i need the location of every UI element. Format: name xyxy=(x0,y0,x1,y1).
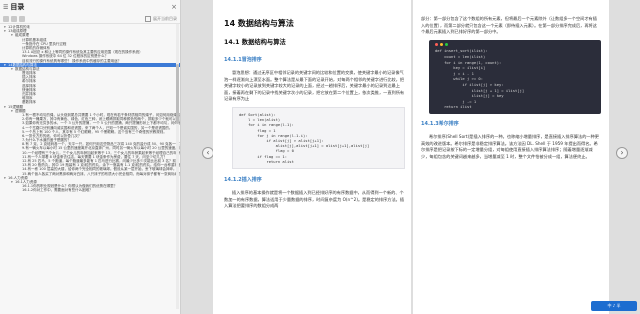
document-viewer: ‹ 14 数据结构与算法 14.1 数据结构与算法 14.1.1冒泡排序 冒泡思… xyxy=(181,0,640,314)
toc-list: ▾ 12计算机的未 ▾ 13组成原理 ▾ 组成原理 计算机基本组成 一条指令在 CPU 里执行… xyxy=(0,24,180,193)
sidebar-header: ☰ 目录 × xyxy=(0,0,180,14)
subsection-title: 14.1.1冒泡排序 xyxy=(224,57,262,63)
checkbox[interactable] xyxy=(145,15,151,22)
code-line: return alist xyxy=(239,158,294,164)
sidebar-title: 目录 xyxy=(10,3,25,11)
paragraph: 部分：第一部分包含了这个数组的所有元素，但将最后一个元素除外（让数组多一个空间才… xyxy=(421,16,597,35)
expand-current-option[interactable]: 展开当前目录 xyxy=(145,15,177,22)
toc-item-label: 16.1.2你对工作中，需要面对有些什么困难？ xyxy=(22,188,93,193)
expand-all-icon[interactable] xyxy=(3,15,9,22)
next-page-button[interactable]: › xyxy=(616,147,628,159)
chapter-title: 14 数据结构与算法 xyxy=(224,19,294,28)
window-dots xyxy=(435,42,595,48)
sidebar-scrollbar[interactable] xyxy=(176,24,179,309)
scrollbar-thumb[interactable] xyxy=(176,64,179,124)
sidebar-toolbar: 展开当前目录 xyxy=(0,14,180,24)
code-lines: def insert_sort(ilist): count = len(ilis… xyxy=(435,48,595,110)
page-right: 部分：第一部分包含了这个数组的所有元素，但将最后一个元素除外（让数组多一个空间才… xyxy=(413,0,609,314)
toc-item[interactable]: 16.1.2你对工作中，需要面对有些什么困难？ xyxy=(0,188,180,192)
ime-badge[interactable]: 中 ♪ 半 xyxy=(591,301,637,311)
toc-sidebar: ☰ 目录 × 展开当前目录 ▾ 12计算机的未 ▾ 13组成原理 ▾ 组成原理 计算机基本组… xyxy=(0,0,181,314)
code-block: def Sort(alist): l = len(alist) for i in… xyxy=(232,106,405,169)
page-left: 14 数据结构与算法 14.1 数据结构与算法 14.1.1冒泡排序 冒泡思想：… xyxy=(213,0,411,314)
paragraph: 冒泡思想：通过无序区中相邻记录的关键字间的比较和位置的交换，使关键字最小的记录像… xyxy=(224,70,405,102)
paragraph: 插入排序的基本操作就是将一个数据插入到已经排好序的有序数据中，从而得到一个新的、… xyxy=(224,190,405,209)
paragraph: 希尔排序(Shell Sort)是插入排序的一种。也称缩小增量排序，是直接插入排… xyxy=(421,133,599,159)
section-title: 14.1 数据结构与算法 xyxy=(224,39,286,46)
toc-item-label: 基数排序 xyxy=(22,100,36,105)
bookmark-icon[interactable] xyxy=(19,15,25,22)
subsection-title: 14.1.3希尔排序 xyxy=(421,120,459,127)
toc-item-label: 15.两个盲人各买了两对黑袜和两对白袜，八只袜子的布质大小完全相同，而每对袜子都… xyxy=(22,171,180,176)
collapse-all-icon[interactable] xyxy=(11,15,17,22)
code-block-dark: def insert_sort(ilist): count = len(ilis… xyxy=(429,39,601,114)
close-icon[interactable]: × xyxy=(171,3,177,11)
subsection-title: 14.1.2插入排序 xyxy=(224,177,262,183)
toc-icon: ☰ xyxy=(3,3,9,11)
code-line: return ilist xyxy=(435,104,472,110)
